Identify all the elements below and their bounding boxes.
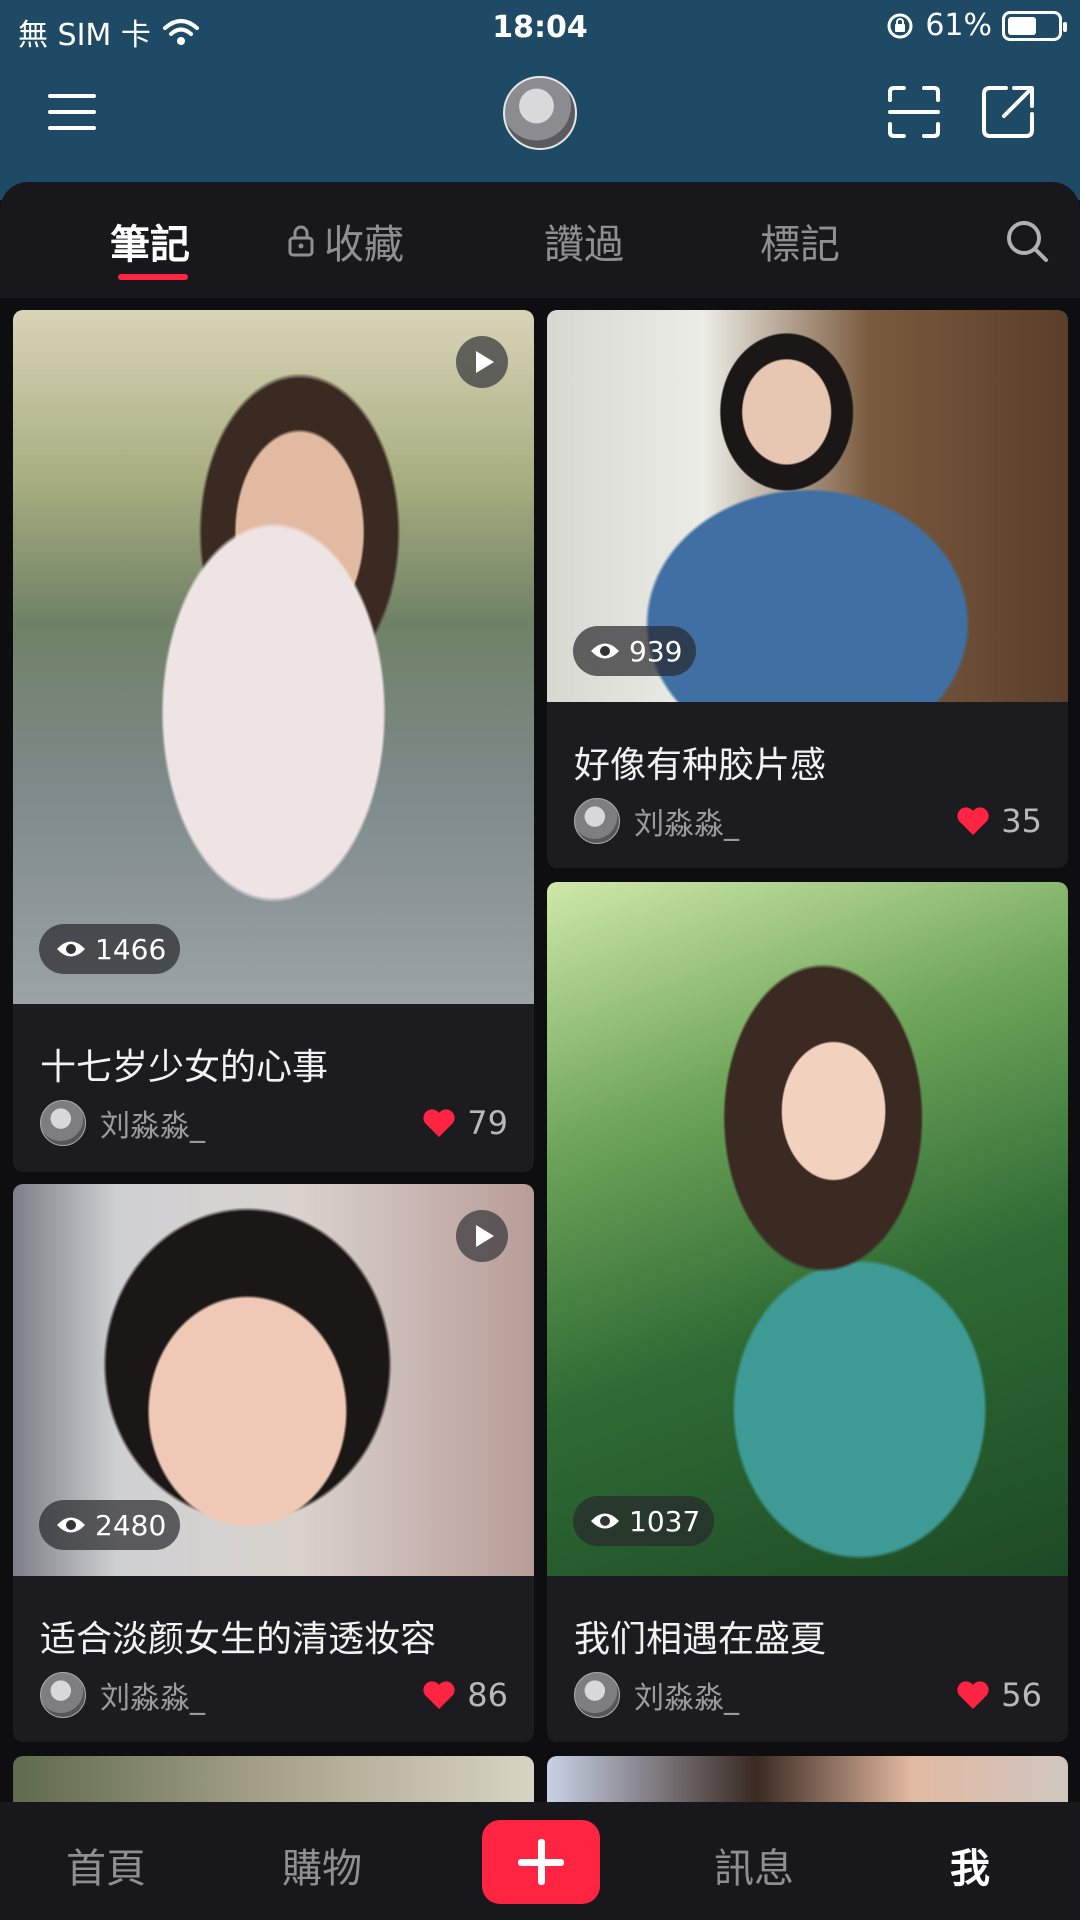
author-avatar (574, 798, 620, 844)
like-count: 86 (467, 1676, 508, 1714)
note-title: 适合淡颜女生的清透妆容 (40, 1619, 437, 1660)
tab-tagged[interactable]: 標記 (760, 212, 840, 270)
eye-icon (591, 643, 619, 659)
view-count: 1037 (629, 1504, 701, 1538)
author-name: 刘淼淼_ (100, 1109, 205, 1144)
eye-icon (57, 1517, 85, 1533)
play-icon (456, 1210, 508, 1262)
status-bar: 無 SIM 卡 18:04 61% (0, 0, 1080, 56)
heart-icon[interactable] (955, 805, 991, 837)
nav-home[interactable]: 首頁 (66, 1836, 146, 1894)
tab-notes[interactable]: 筆記 (110, 212, 190, 270)
tab-notes-label: 筆記 (110, 222, 190, 268)
bottom-nav: 首頁 購物 訊息 我 (0, 1802, 1080, 1920)
tab-liked[interactable]: 讚過 (544, 212, 624, 270)
search-icon[interactable] (1004, 218, 1050, 264)
author-avatar (574, 1672, 620, 1718)
status-right: 61% (885, 8, 1067, 43)
hamburger-icon[interactable] (44, 82, 104, 142)
scan-icon[interactable] (884, 82, 944, 142)
note-title: 我们相遇在盛夏 (574, 1619, 827, 1660)
tab-liked-label: 讚過 (544, 222, 624, 268)
rotation-lock-icon (887, 13, 913, 38)
note-card-partial[interactable] (547, 1756, 1068, 1802)
note-card[interactable]: 939 好像有种胶片感 刘淼淼_ 35 (547, 310, 1068, 868)
play-icon (456, 336, 508, 388)
view-count-badge: 1037 (573, 1496, 715, 1546)
lock-icon (288, 225, 314, 257)
heart-icon[interactable] (421, 1107, 457, 1139)
author-name: 刘淼淼_ (634, 807, 739, 842)
notes-feed: 1466 十七岁少女的心事 刘淼淼_ 79 939 好像有种胶片感 刘淼淼_ 3… (0, 298, 1080, 1802)
nav-me[interactable]: 我 (950, 1836, 990, 1894)
view-count: 939 (629, 634, 683, 668)
tab-active-indicator (118, 274, 188, 280)
note-meta: 刘淼淼_ 35 (574, 798, 1042, 844)
tab-collections-label: 收藏 (324, 222, 404, 268)
author-name: 刘淼淼_ (634, 1681, 739, 1716)
note-title: 好像有种胶片感 (574, 745, 827, 786)
create-post-button[interactable] (482, 1820, 600, 1904)
tab-tagged-label: 標記 (760, 222, 840, 268)
profile-avatar[interactable] (503, 76, 577, 150)
like-count: 79 (467, 1104, 508, 1142)
like-count: 35 (1001, 802, 1042, 840)
nav-messages[interactable]: 訊息 (714, 1836, 794, 1894)
like-count: 56 (1001, 1676, 1042, 1714)
heart-icon[interactable] (955, 1679, 991, 1711)
view-count-badge: 939 (573, 626, 697, 676)
note-title: 十七岁少女的心事 (40, 1047, 329, 1088)
note-cover-image (13, 310, 534, 1004)
note-card[interactable]: 1037 我们相遇在盛夏 刘淼淼_ 56 (547, 882, 1068, 1742)
author-avatar (40, 1100, 86, 1146)
author-name: 刘淼淼_ (100, 1681, 205, 1716)
note-meta: 刘淼淼_ 86 (40, 1672, 508, 1718)
view-count-badge: 1466 (39, 924, 181, 974)
view-count: 1466 (95, 932, 167, 966)
note-card[interactable]: 2480 适合淡颜女生的清透妆容 刘淼淼_ 86 (13, 1184, 534, 1742)
note-cover-image (547, 882, 1068, 1576)
eye-icon (591, 1513, 619, 1529)
note-meta: 刘淼淼_ 56 (574, 1672, 1042, 1718)
eye-icon (57, 941, 85, 957)
view-count: 2480 (95, 1508, 167, 1542)
share-icon[interactable] (978, 82, 1038, 142)
note-meta: 刘淼淼_ 79 (40, 1100, 508, 1146)
heart-icon[interactable] (421, 1679, 457, 1711)
tab-collections[interactable]: 收藏 (286, 212, 404, 270)
profile-tabs: 筆記 收藏 讚過 標記 (0, 182, 1080, 298)
nav-shop[interactable]: 購物 (282, 1836, 362, 1894)
note-card[interactable]: 1466 十七岁少女的心事 刘淼淼_ 79 (13, 310, 534, 1172)
view-count-badge: 2480 (39, 1500, 181, 1550)
battery-icon (1002, 10, 1067, 41)
top-bar: 無 SIM 卡 18:04 61% (0, 0, 1080, 200)
battery-percent: 61% (925, 8, 992, 43)
author-avatar (40, 1672, 86, 1718)
note-card-partial[interactable] (13, 1756, 534, 1802)
content-panel: 筆記 收藏 讚過 標記 1466 十七岁少女的心事 刘淼淼_ 79 939 好像… (0, 182, 1080, 1802)
